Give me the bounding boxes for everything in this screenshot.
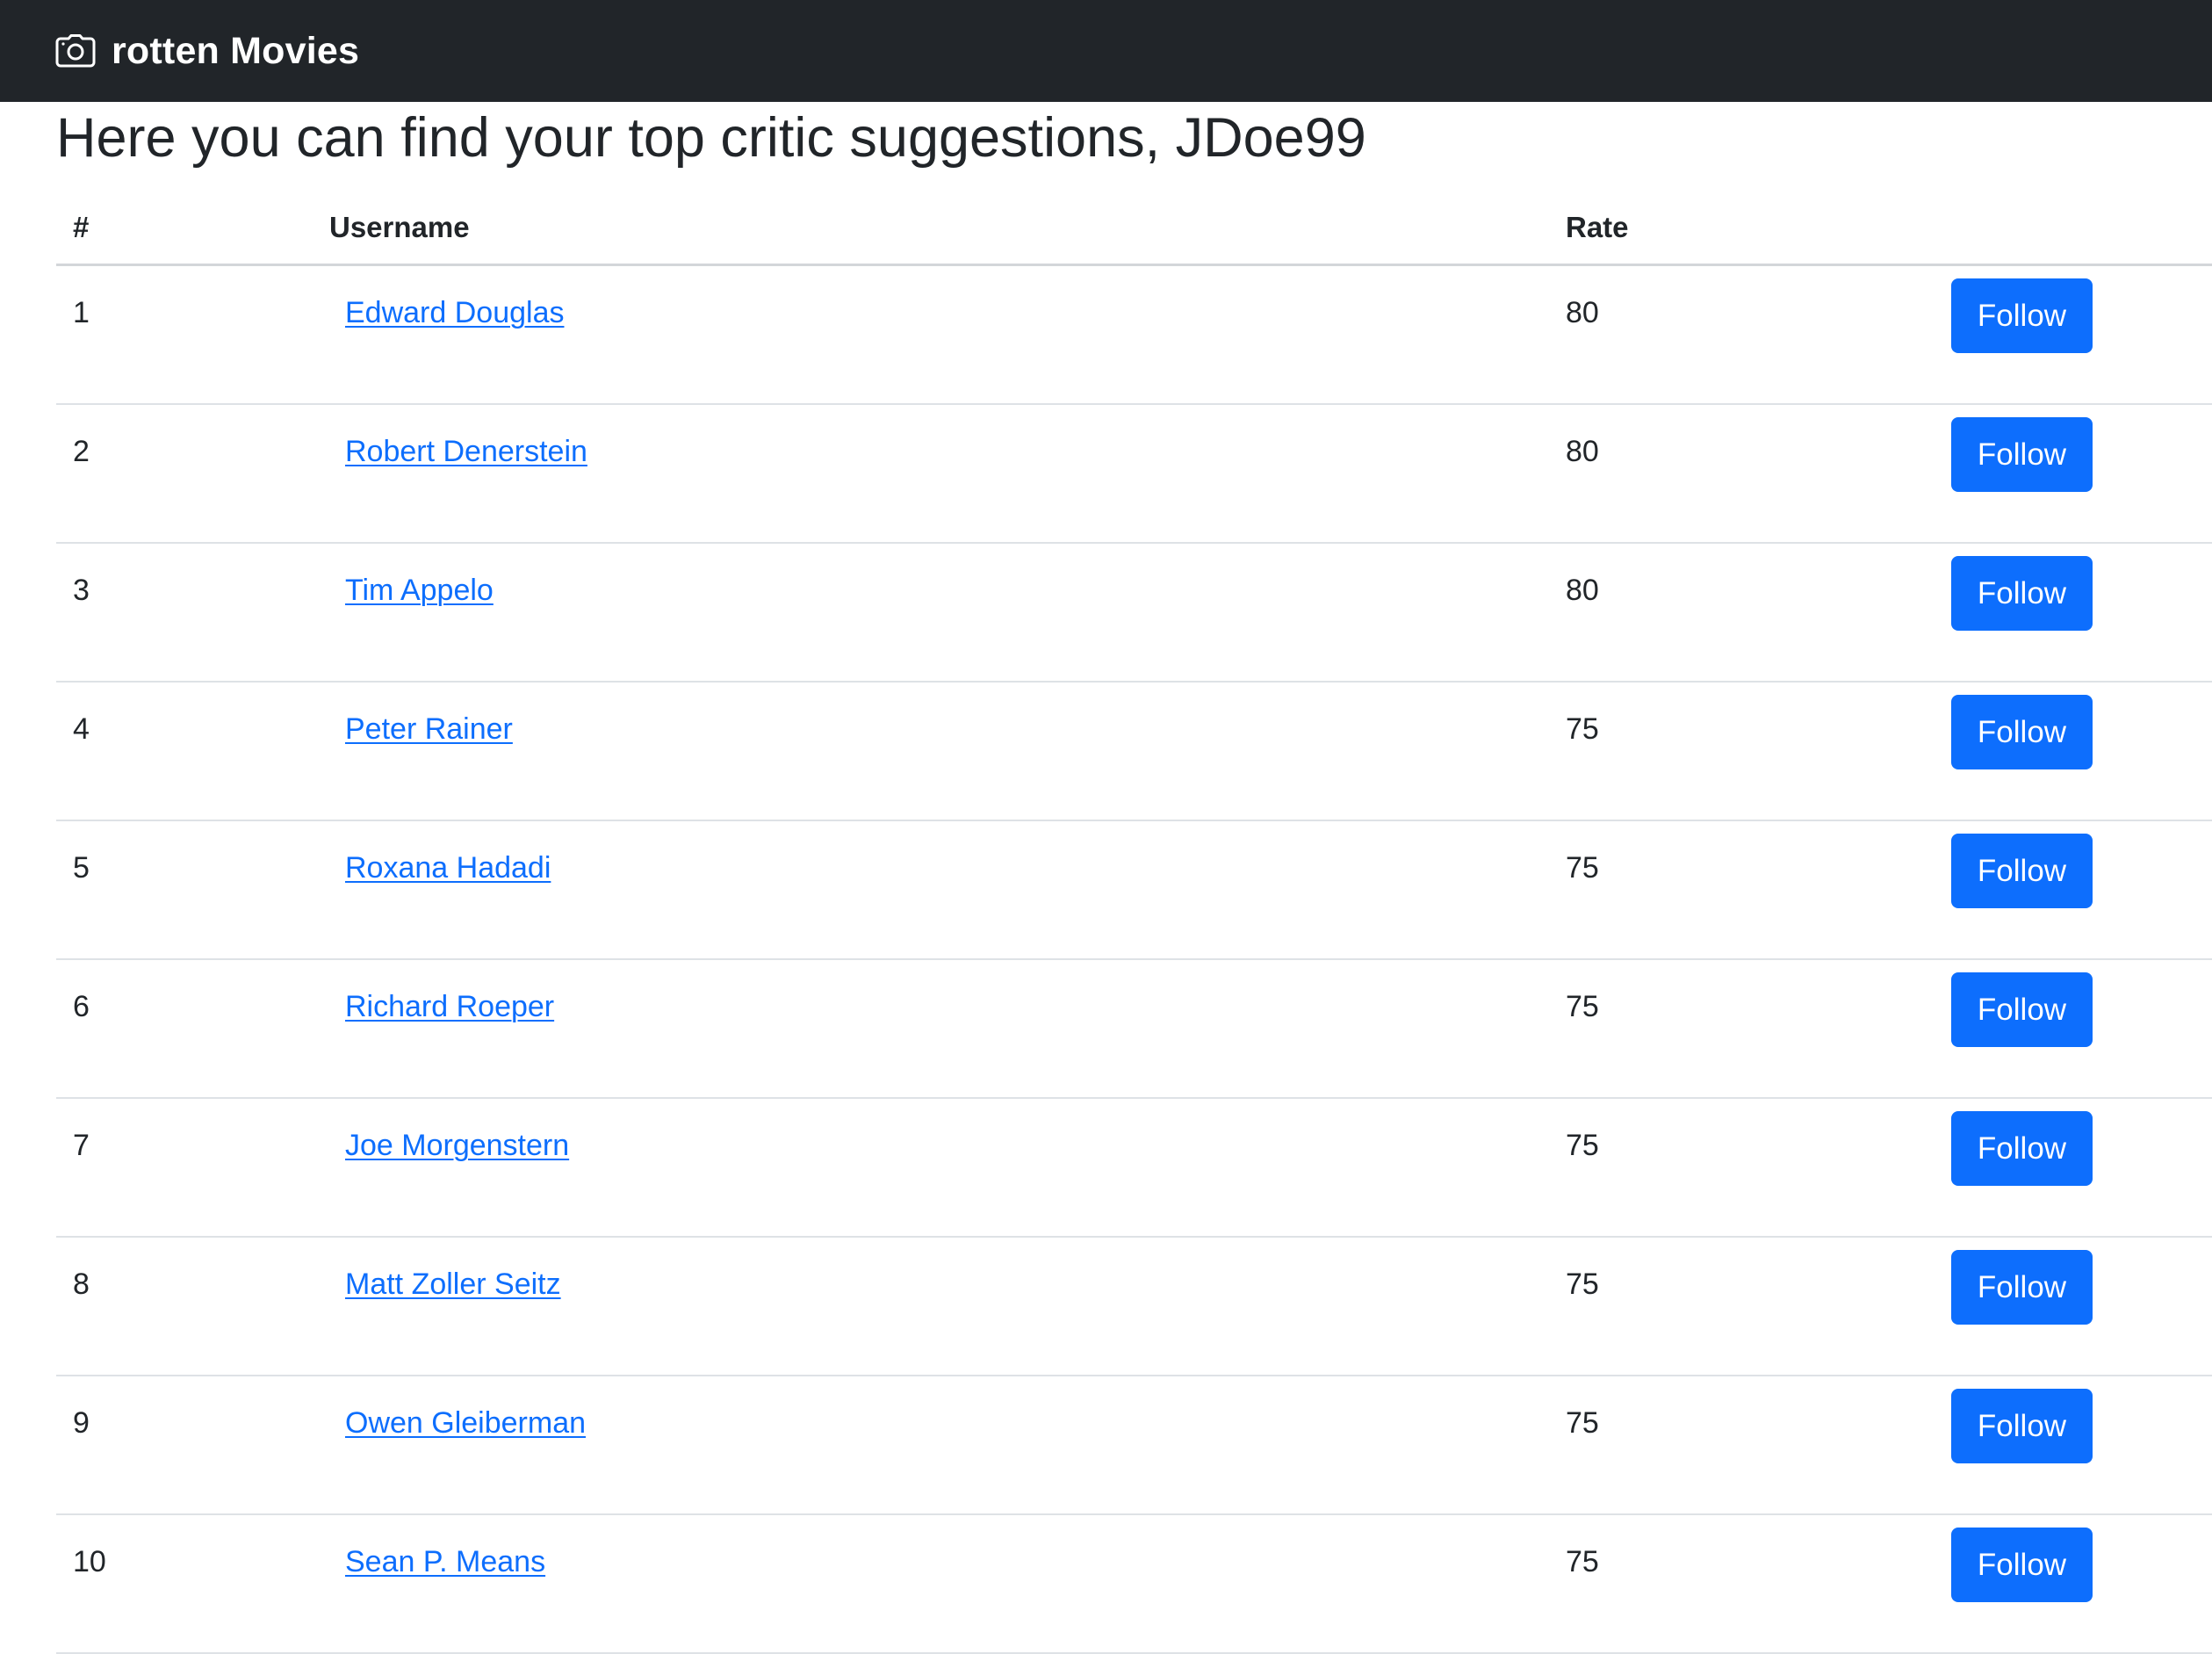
table-row: 5 Roxana Hadadi 75 Follow <box>56 820 2212 960</box>
row-rank: 6 <box>56 959 329 1099</box>
follow-button[interactable]: Follow <box>1951 1111 2093 1186</box>
row-rate: 75 <box>1566 959 1951 1099</box>
column-header-number: # <box>56 195 329 266</box>
critic-username-link[interactable]: Sean P. Means <box>345 1545 545 1578</box>
row-rank: 9 <box>56 1376 329 1515</box>
row-rank: 2 <box>56 404 329 544</box>
page-title: Here you can find your top critic sugges… <box>56 107 1366 169</box>
table-row: 10 Sean P. Means 75 Follow <box>56 1514 2212 1654</box>
row-action-cell: Follow <box>1951 1376 2212 1515</box>
brand-link[interactable]: rotten Movies <box>55 30 359 73</box>
table-header: # Username Rate <box>56 195 2212 266</box>
row-action-cell: Follow <box>1951 404 2212 544</box>
follow-button[interactable]: Follow <box>1951 972 2093 1047</box>
critic-username-link[interactable]: Owen Gleiberman <box>345 1406 586 1440</box>
row-username-cell: Sean P. Means <box>329 1514 1566 1654</box>
row-rate: 75 <box>1566 1514 1951 1654</box>
follow-button[interactable]: Follow <box>1951 556 2093 631</box>
follow-button[interactable]: Follow <box>1951 1389 2093 1463</box>
table-row: 2 Robert Denerstein 80 Follow <box>56 404 2212 544</box>
table-body: 1 Edward Douglas 80 Follow 2 Robert Denerstei… <box>56 264 2212 1654</box>
row-action-cell: Follow <box>1951 264 2212 405</box>
row-username-cell: Joe Morgenstern <box>329 1098 1566 1238</box>
table-row: 3 Tim Appelo 80 Follow <box>56 543 2212 683</box>
top-navbar: rotten Movies <box>0 0 2212 102</box>
critic-username-link[interactable]: Edward Douglas <box>345 296 564 329</box>
critic-username-link[interactable]: Richard Roeper <box>345 990 554 1023</box>
critic-username-link[interactable]: Robert Denerstein <box>345 435 587 468</box>
row-rate: 75 <box>1566 1237 1951 1376</box>
follow-button[interactable]: Follow <box>1951 1250 2093 1325</box>
column-header-username: Username <box>329 195 1566 266</box>
row-rank: 4 <box>56 682 329 821</box>
row-action-cell: Follow <box>1951 820 2212 960</box>
row-username-cell: Edward Douglas <box>329 264 1566 405</box>
row-rate: 75 <box>1566 682 1951 821</box>
row-username-cell: Owen Gleiberman <box>329 1376 1566 1515</box>
row-username-cell: Richard Roeper <box>329 959 1566 1099</box>
table-row: 1 Edward Douglas 80 Follow <box>56 264 2212 405</box>
row-username-cell: Robert Denerstein <box>329 404 1566 544</box>
row-rate: 80 <box>1566 404 1951 544</box>
row-rate: 80 <box>1566 543 1951 683</box>
row-username-cell: Tim Appelo <box>329 543 1566 683</box>
row-rank: 1 <box>56 264 329 405</box>
column-header-rate: Rate <box>1566 195 1951 266</box>
row-rate: 80 <box>1566 264 1951 405</box>
brand-name: rotten Movies <box>112 29 360 72</box>
table-row: 6 Richard Roeper 75 Follow <box>56 959 2212 1099</box>
follow-button[interactable]: Follow <box>1951 417 2093 492</box>
critic-username-link[interactable]: Joe Morgenstern <box>345 1129 569 1162</box>
row-username-cell: Peter Rainer <box>329 682 1566 821</box>
row-rank: 5 <box>56 820 329 960</box>
column-header-action <box>1951 195 2212 266</box>
table-row: 8 Matt Zoller Seitz 75 Follow <box>56 1237 2212 1376</box>
critic-username-link[interactable]: Roxana Hadadi <box>345 851 551 885</box>
camera-icon <box>55 34 96 68</box>
critic-username-link[interactable]: Tim Appelo <box>345 574 494 607</box>
row-rank: 8 <box>56 1237 329 1376</box>
table-row: 4 Peter Rainer 75 Follow <box>56 682 2212 821</box>
row-rate: 75 <box>1566 820 1951 960</box>
follow-button[interactable]: Follow <box>1951 695 2093 769</box>
table-row: 9 Owen Gleiberman 75 Follow <box>56 1376 2212 1515</box>
row-rank: 10 <box>56 1514 329 1654</box>
follow-button[interactable]: Follow <box>1951 1528 2093 1602</box>
row-rate: 75 <box>1566 1098 1951 1238</box>
row-rank: 7 <box>56 1098 329 1238</box>
row-action-cell: Follow <box>1951 543 2212 683</box>
row-action-cell: Follow <box>1951 682 2212 821</box>
row-action-cell: Follow <box>1951 1098 2212 1238</box>
row-action-cell: Follow <box>1951 1237 2212 1376</box>
table-header-row: # Username Rate <box>56 195 2212 266</box>
critic-username-link[interactable]: Peter Rainer <box>345 712 513 746</box>
row-action-cell: Follow <box>1951 959 2212 1099</box>
table-row: 7 Joe Morgenstern 75 Follow <box>56 1098 2212 1238</box>
critic-suggestions-table: # Username Rate 1 Edward Douglas 80 Follow 2… <box>56 195 2212 1654</box>
row-rank: 3 <box>56 543 329 683</box>
follow-button[interactable]: Follow <box>1951 278 2093 353</box>
follow-button[interactable]: Follow <box>1951 834 2093 908</box>
critic-suggestions-table-container: # Username Rate 1 Edward Douglas 80 Follow 2… <box>56 195 2212 1654</box>
row-rate: 75 <box>1566 1376 1951 1515</box>
row-username-cell: Roxana Hadadi <box>329 820 1566 960</box>
row-action-cell: Follow <box>1951 1514 2212 1654</box>
critic-username-link[interactable]: Matt Zoller Seitz <box>345 1268 561 1301</box>
row-username-cell: Matt Zoller Seitz <box>329 1237 1566 1376</box>
